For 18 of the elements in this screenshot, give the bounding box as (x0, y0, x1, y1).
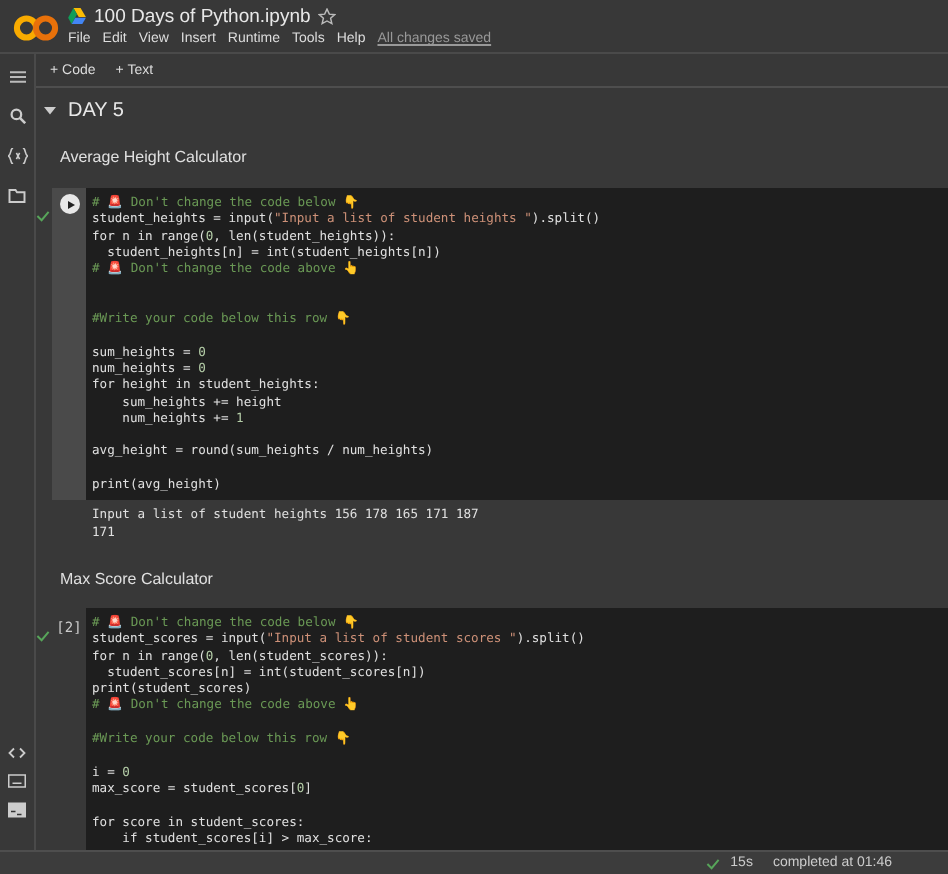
variables-icon[interactable] (7, 148, 27, 164)
drive-icon (68, 8, 86, 24)
run-button[interactable] (59, 194, 79, 214)
cell-heading: Average Height Calculator (60, 147, 247, 165)
section-heading: DAY 5 (68, 99, 124, 121)
logo-icon[interactable] (10, 12, 62, 44)
keyboard-icon[interactable] (8, 774, 26, 788)
caret-icon[interactable] (44, 104, 56, 116)
star-icon[interactable] (318, 7, 337, 25)
cell-heading: Max Score Calculator (60, 569, 213, 588)
search-icon[interactable] (9, 108, 25, 124)
check-icon (706, 857, 721, 869)
terminal-icon[interactable] (8, 802, 26, 818)
play-icon (65, 199, 75, 209)
menu-icon[interactable] (9, 70, 25, 84)
notebook-title[interactable]: 100 Days of Python.ipynb (94, 5, 311, 27)
code-icon[interactable] (8, 746, 26, 760)
folder-icon[interactable] (8, 188, 26, 204)
